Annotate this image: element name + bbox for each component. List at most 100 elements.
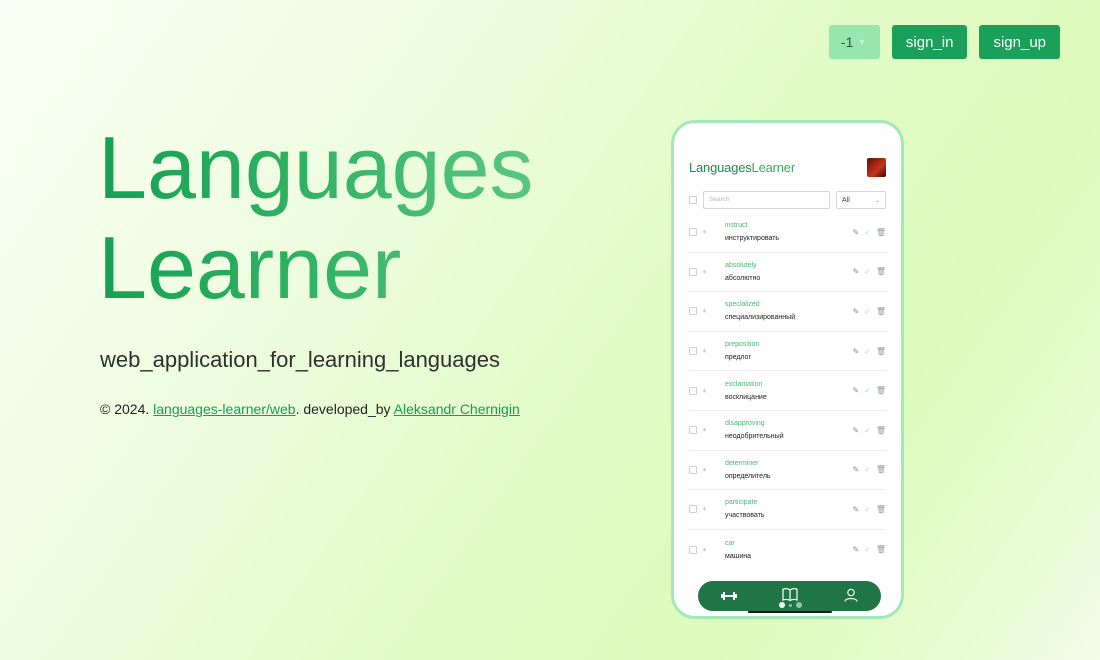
repo-link[interactable]: languages-learner/web bbox=[153, 401, 295, 417]
pencil-icon: ✎ bbox=[852, 227, 860, 237]
speaker-icon: 🔈︎ bbox=[703, 306, 708, 316]
check-icon: ✓ bbox=[864, 306, 871, 316]
list-item: 🔈︎ preposition предлог ✎ ✓ 🗑︎ bbox=[689, 332, 886, 372]
pencil-icon: ✎ bbox=[852, 545, 860, 555]
list-item: 🔈︎ determiner определитель ✎ ✓ 🗑︎ bbox=[689, 451, 886, 491]
word-translation: участвовать bbox=[725, 512, 765, 520]
word-checkbox bbox=[689, 545, 697, 554]
check-icon: ✓ bbox=[864, 227, 871, 237]
user-icon bbox=[844, 588, 858, 605]
word-translation: специализированный bbox=[725, 314, 796, 322]
word-translation: неодобрительный bbox=[725, 433, 784, 441]
row-actions: ✎ ✓ 🗑︎ bbox=[852, 426, 886, 435]
check-icon: ✓ bbox=[864, 465, 871, 475]
pencil-icon: ✎ bbox=[852, 425, 860, 435]
app-header: LanguagesLearner bbox=[689, 156, 886, 178]
page-dot-small bbox=[789, 603, 792, 607]
word-list: 🔈︎ instruct инструктировать ✎ ✓ 🗑︎ 🔈︎ ab… bbox=[689, 213, 886, 569]
word-checkbox bbox=[689, 307, 697, 316]
row-actions: ✎ ✓ 🗑︎ bbox=[852, 267, 886, 276]
filter-select-value: All bbox=[842, 196, 850, 204]
list-item: 🔈︎ car машина ✎ ✓ 🗑︎ bbox=[689, 530, 886, 570]
word-text: participate участвовать bbox=[721, 499, 846, 519]
developed-by-text: . developed_by bbox=[295, 401, 394, 417]
word-original: preposition bbox=[725, 341, 760, 349]
language-select[interactable]: -1 ▼ bbox=[828, 25, 880, 59]
app-logo: LanguagesLearner bbox=[689, 160, 795, 175]
word-original: absolutely bbox=[725, 261, 757, 269]
word-text: instruct инструктировать bbox=[721, 222, 846, 242]
app-logo-part1: Languages bbox=[689, 159, 752, 175]
word-original: instruct bbox=[725, 222, 748, 230]
trash-icon: 🗑︎ bbox=[875, 346, 886, 356]
trash-icon: 🗑︎ bbox=[875, 425, 886, 435]
page-dot bbox=[796, 602, 802, 608]
word-translation: машина bbox=[725, 552, 751, 560]
dumbbell-icon bbox=[720, 589, 737, 604]
copyright-text: © 2024. bbox=[100, 401, 154, 417]
sign-up-button[interactable]: sign_up bbox=[979, 25, 1060, 59]
language-select-value: -1 bbox=[840, 34, 854, 50]
word-translation: определитель bbox=[725, 472, 771, 480]
speaker-icon: 🔈︎ bbox=[703, 425, 708, 435]
word-original: car bbox=[725, 539, 735, 547]
word-checkbox bbox=[689, 386, 697, 395]
check-icon: ✓ bbox=[864, 386, 871, 396]
row-actions: ✎ ✓ 🗑︎ bbox=[852, 545, 886, 554]
row-actions: ✎ ✓ 🗑︎ bbox=[852, 505, 886, 514]
word-text: car машина bbox=[721, 540, 846, 560]
hero-title-line2: Learner bbox=[98, 218, 402, 317]
word-text: disapproving неодобрительный bbox=[721, 420, 846, 440]
select-all-checkbox bbox=[689, 196, 697, 204]
pencil-icon: ✎ bbox=[852, 346, 860, 356]
word-original: participate bbox=[725, 499, 758, 507]
row-actions: ✎ ✓ 🗑︎ bbox=[852, 347, 886, 356]
word-translation: предлог bbox=[725, 354, 752, 362]
list-item: 🔈︎ participate участвовать ✎ ✓ 🗑︎ bbox=[689, 490, 886, 530]
pencil-icon: ✎ bbox=[852, 386, 860, 396]
trash-icon: 🗑︎ bbox=[875, 465, 886, 475]
home-indicator bbox=[748, 611, 832, 613]
row-actions: ✎ ✓ 🗑︎ bbox=[852, 228, 886, 237]
sign-in-button[interactable]: sign_in bbox=[891, 25, 968, 59]
search-input: Search bbox=[703, 191, 830, 209]
speaker-icon: 🔈︎ bbox=[703, 346, 708, 356]
trash-icon: 🗑︎ bbox=[875, 267, 886, 277]
pencil-icon: ✎ bbox=[852, 504, 860, 514]
pencil-icon: ✎ bbox=[852, 465, 860, 475]
chevron-down-icon: ▼ bbox=[857, 37, 867, 47]
author-link[interactable]: Aleksandr Chernigin bbox=[394, 401, 520, 417]
trash-icon: 🗑︎ bbox=[875, 227, 886, 237]
word-text: absolutely абсолютно bbox=[721, 262, 846, 282]
speaker-icon: 🔈︎ bbox=[703, 464, 708, 474]
trash-icon: 🗑︎ bbox=[875, 306, 886, 316]
word-translation: абсолютно bbox=[725, 274, 761, 282]
top-controls: -1 ▼ sign_in sign_up bbox=[828, 25, 1060, 59]
page-dot-active bbox=[779, 602, 785, 608]
word-translation: инструктировать bbox=[725, 235, 780, 243]
pencil-icon: ✎ bbox=[852, 267, 860, 277]
footer-credits: © 2024. languages-learner/web. developed… bbox=[100, 401, 520, 417]
word-text: specialized специализированный bbox=[721, 301, 846, 321]
hero-title: Languages Learner bbox=[98, 118, 534, 318]
row-actions: ✎ ✓ 🗑︎ bbox=[852, 465, 886, 474]
speaker-icon: 🔈︎ bbox=[703, 266, 708, 276]
row-actions: ✎ ✓ 🗑︎ bbox=[852, 307, 886, 316]
check-icon: ✓ bbox=[864, 425, 871, 435]
check-icon: ✓ bbox=[864, 267, 871, 277]
filter-select: All ⌄ bbox=[836, 191, 886, 209]
list-item: 🔈︎ absolutely абсолютно ✎ ✓ 🗑︎ bbox=[689, 253, 886, 293]
trash-icon: 🗑︎ bbox=[875, 386, 886, 396]
row-actions: ✎ ✓ 🗑︎ bbox=[852, 386, 886, 395]
word-original: exclamation bbox=[725, 380, 763, 388]
list-item: 🔈︎ specialized специализированный ✎ ✓ 🗑︎ bbox=[689, 292, 886, 332]
word-checkbox bbox=[689, 228, 697, 237]
word-translation: восклицание bbox=[725, 393, 767, 401]
word-text: exclamation восклицание bbox=[721, 381, 846, 401]
word-checkbox bbox=[689, 505, 697, 514]
phone-mockup: LanguagesLearner Search All ⌄ 🔈︎ instruc… bbox=[671, 120, 904, 619]
hero-title-line1: Languages bbox=[98, 118, 534, 217]
list-item: 🔈︎ exclamation восклицание ✎ ✓ 🗑︎ bbox=[689, 371, 886, 411]
trash-icon: 🗑︎ bbox=[875, 504, 886, 514]
app-logo-part2: Learner bbox=[751, 159, 796, 175]
